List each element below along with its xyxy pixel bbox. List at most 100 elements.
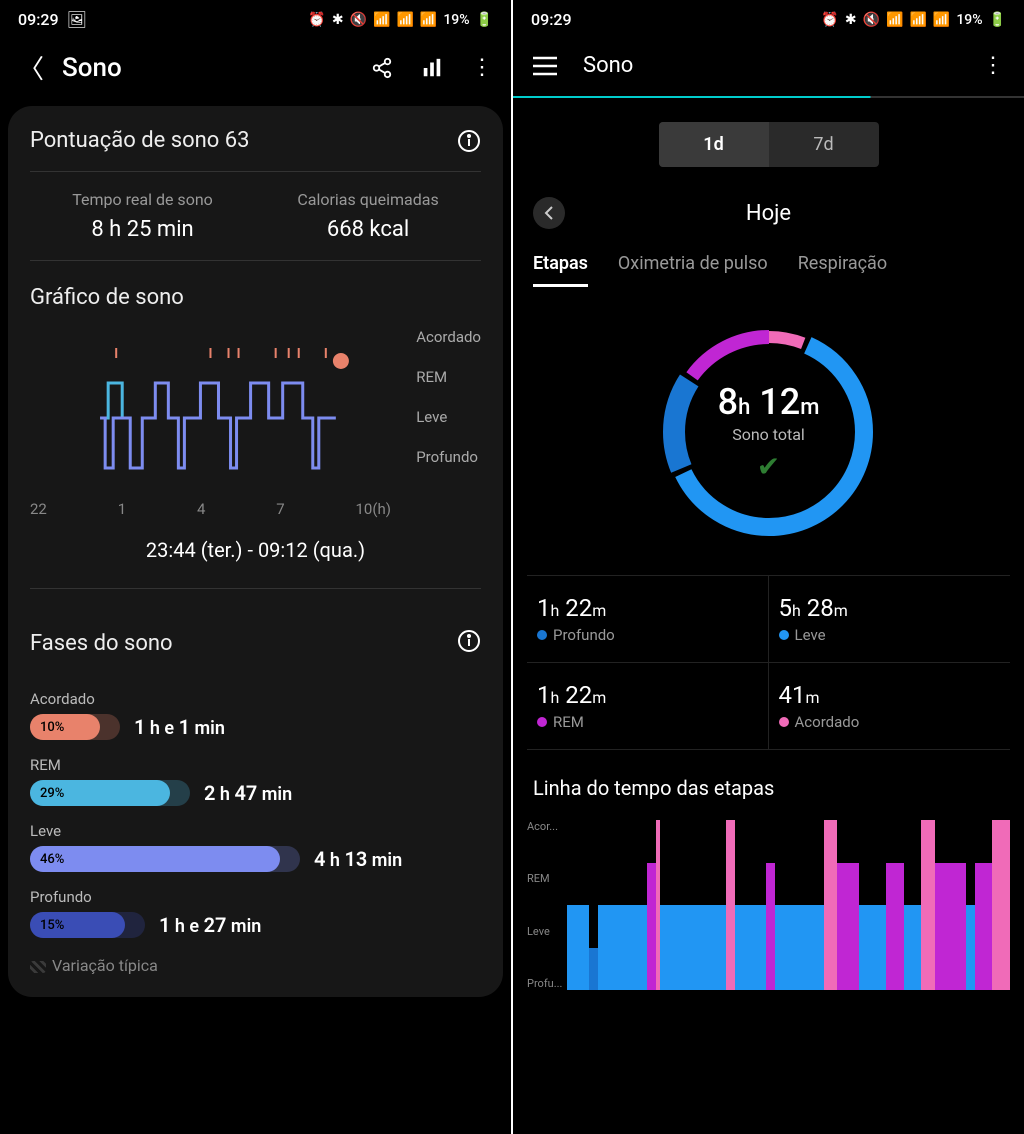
phase-bar: 15% bbox=[30, 912, 125, 938]
timeline-chart: Acor... REM Leve Profu... bbox=[527, 820, 1010, 990]
range-toggle: 1d 7d bbox=[659, 122, 879, 167]
timeline-bar bbox=[935, 863, 966, 991]
page-title: Sono bbox=[583, 53, 956, 78]
status-bar: 09:29 🖼 ⏰ ✱ 🔇 📶 📶 📶 19% 🔋 bbox=[0, 0, 511, 35]
timeline-bar bbox=[735, 905, 766, 990]
chart-bars-icon[interactable] bbox=[421, 57, 443, 79]
tab-stages[interactable]: Etapas bbox=[533, 253, 588, 287]
timeline-bar bbox=[921, 820, 934, 990]
share-icon[interactable] bbox=[371, 57, 393, 79]
timeline-bar bbox=[589, 948, 598, 991]
mute-icon: 🔇 bbox=[350, 12, 367, 28]
tl-light: Leve bbox=[527, 925, 562, 938]
page-title: Sono bbox=[62, 53, 353, 83]
header-underline bbox=[513, 96, 1024, 98]
date-label: Hoje bbox=[565, 201, 972, 226]
stage-label: Leve bbox=[779, 626, 1001, 644]
calories-label: Calorias queimadas bbox=[297, 190, 438, 209]
timeline-bar bbox=[904, 905, 922, 990]
xaxis-10: 10(h) bbox=[356, 500, 391, 518]
stage-label: Acordado bbox=[779, 713, 1001, 731]
phase-label: REM bbox=[30, 756, 481, 774]
tabs: Etapas Oximetria de pulso Respiração bbox=[513, 253, 1024, 287]
xaxis-4: 4 bbox=[197, 500, 205, 518]
sleep-time-range: 23:44 (ter.) - 09:12 (qua.) bbox=[30, 538, 481, 562]
stage-value: 41m bbox=[779, 681, 1001, 709]
more-icon[interactable]: ⋮ bbox=[982, 53, 1004, 78]
toggle-7d[interactable]: 7d bbox=[769, 122, 879, 167]
phase-time: 4 h 13 min bbox=[314, 847, 402, 871]
sleep-card: Pontuação de sono 63 Tempo real de sono … bbox=[8, 106, 503, 997]
timeline-bar bbox=[726, 820, 735, 990]
total-sleep-value: 8h 12m bbox=[718, 381, 820, 423]
stages-grid: 1h 22m Profundo5h 28m Leve1h 22m REM41m … bbox=[527, 575, 1010, 750]
timeline-bar bbox=[567, 905, 589, 990]
wifi-icon: 📶 bbox=[886, 12, 903, 28]
legend-light: Leve bbox=[416, 408, 481, 426]
xaxis-7: 7 bbox=[276, 500, 284, 518]
timeline-bar bbox=[660, 905, 726, 990]
legend-rem: REM bbox=[416, 368, 481, 386]
timeline-bar bbox=[647, 863, 656, 991]
xaxis-22: 22 bbox=[30, 500, 47, 518]
date-nav: Hoje bbox=[513, 197, 1024, 229]
battery-icon: 🔋 bbox=[476, 12, 493, 28]
status-time: 09:29 bbox=[531, 10, 572, 29]
sleep-score: Pontuação de sono 63 bbox=[30, 128, 250, 153]
phase-item: Acordado 10% 1 h e 1 min bbox=[30, 690, 481, 740]
bluetooth-icon: ✱ bbox=[845, 12, 857, 28]
mute-icon: 🔇 bbox=[863, 12, 880, 28]
samsung-health-screen: 09:29 🖼 ⏰ ✱ 🔇 📶 📶 📶 19% 🔋 〈 Sono ⋮ Pontu… bbox=[0, 0, 511, 1134]
phase-time: 1 h e 27 min bbox=[159, 913, 261, 937]
timeline-bar bbox=[966, 905, 975, 990]
stage-cell: 1h 22m REM bbox=[527, 663, 769, 750]
toggle-1d[interactable]: 1d bbox=[659, 122, 769, 167]
menu-icon[interactable] bbox=[533, 56, 557, 76]
status-time: 09:29 bbox=[18, 10, 59, 29]
phase-item: REM 29% 2 h 47 min bbox=[30, 756, 481, 806]
garmin-connect-screen: 09:29 ⏰ ✱ 🔇 📶 📶 📶 19% 🔋 Sono ⋮ 1d 7d Hoj… bbox=[513, 0, 1024, 1134]
stage-value: 1h 22m bbox=[537, 594, 758, 622]
phase-bar: 10% bbox=[30, 714, 100, 740]
timeline-bar bbox=[775, 905, 824, 990]
tab-oximetry[interactable]: Oximetria de pulso bbox=[618, 253, 768, 287]
phase-bar: 46% bbox=[30, 846, 280, 872]
tl-deep: Profu... bbox=[527, 977, 562, 990]
tl-rem: REM bbox=[527, 872, 562, 885]
app-header: 〈 Sono ⋮ bbox=[0, 35, 511, 106]
phase-label: Profundo bbox=[30, 888, 481, 906]
status-battery: 19% bbox=[956, 12, 982, 28]
sleep-time-value: 8 h 25 min bbox=[72, 217, 213, 242]
battery-icon: 🔋 bbox=[989, 12, 1006, 28]
signal2-icon: 📶 bbox=[933, 12, 950, 28]
timeline-bar bbox=[766, 863, 775, 991]
legend-awake: Acordado bbox=[416, 328, 481, 346]
timeline-bar bbox=[975, 863, 993, 991]
back-icon[interactable]: 〈 bbox=[18, 49, 44, 86]
more-icon[interactable]: ⋮ bbox=[471, 55, 493, 80]
sleep-time-label: Tempo real de sono bbox=[72, 190, 213, 209]
signal2-icon: 📶 bbox=[420, 12, 437, 28]
alarm-icon: ⏰ bbox=[821, 12, 838, 28]
stage-cell: 5h 28m Leve bbox=[769, 576, 1011, 663]
stage-label: Profundo bbox=[537, 626, 758, 644]
phase-item: Profundo 15% 1 h e 27 min bbox=[30, 888, 481, 938]
total-sleep-label: Sono total bbox=[718, 425, 820, 444]
timeline-bar bbox=[859, 905, 886, 990]
calories-value: 668 kcal bbox=[297, 217, 438, 242]
phase-time: 2 h 47 min bbox=[204, 781, 292, 805]
tl-awake: Acor... bbox=[527, 820, 562, 833]
xaxis-1: 1 bbox=[118, 500, 126, 518]
phase-time: 1 h e 1 min bbox=[134, 715, 225, 739]
stage-value: 5h 28m bbox=[779, 594, 1001, 622]
info-icon[interactable] bbox=[457, 129, 481, 153]
prev-day-button[interactable] bbox=[533, 197, 565, 229]
info-icon[interactable] bbox=[457, 629, 481, 653]
timeline-bar bbox=[992, 820, 1010, 990]
timeline-title: Linha do tempo das etapas bbox=[513, 750, 1024, 820]
variation-legend: Variação típica bbox=[30, 956, 481, 975]
wifi-icon: 📶 bbox=[373, 12, 390, 28]
image-icon: 🖼 bbox=[67, 10, 87, 29]
tab-breathing[interactable]: Respiração bbox=[798, 253, 887, 287]
alarm-icon: ⏰ bbox=[308, 12, 325, 28]
